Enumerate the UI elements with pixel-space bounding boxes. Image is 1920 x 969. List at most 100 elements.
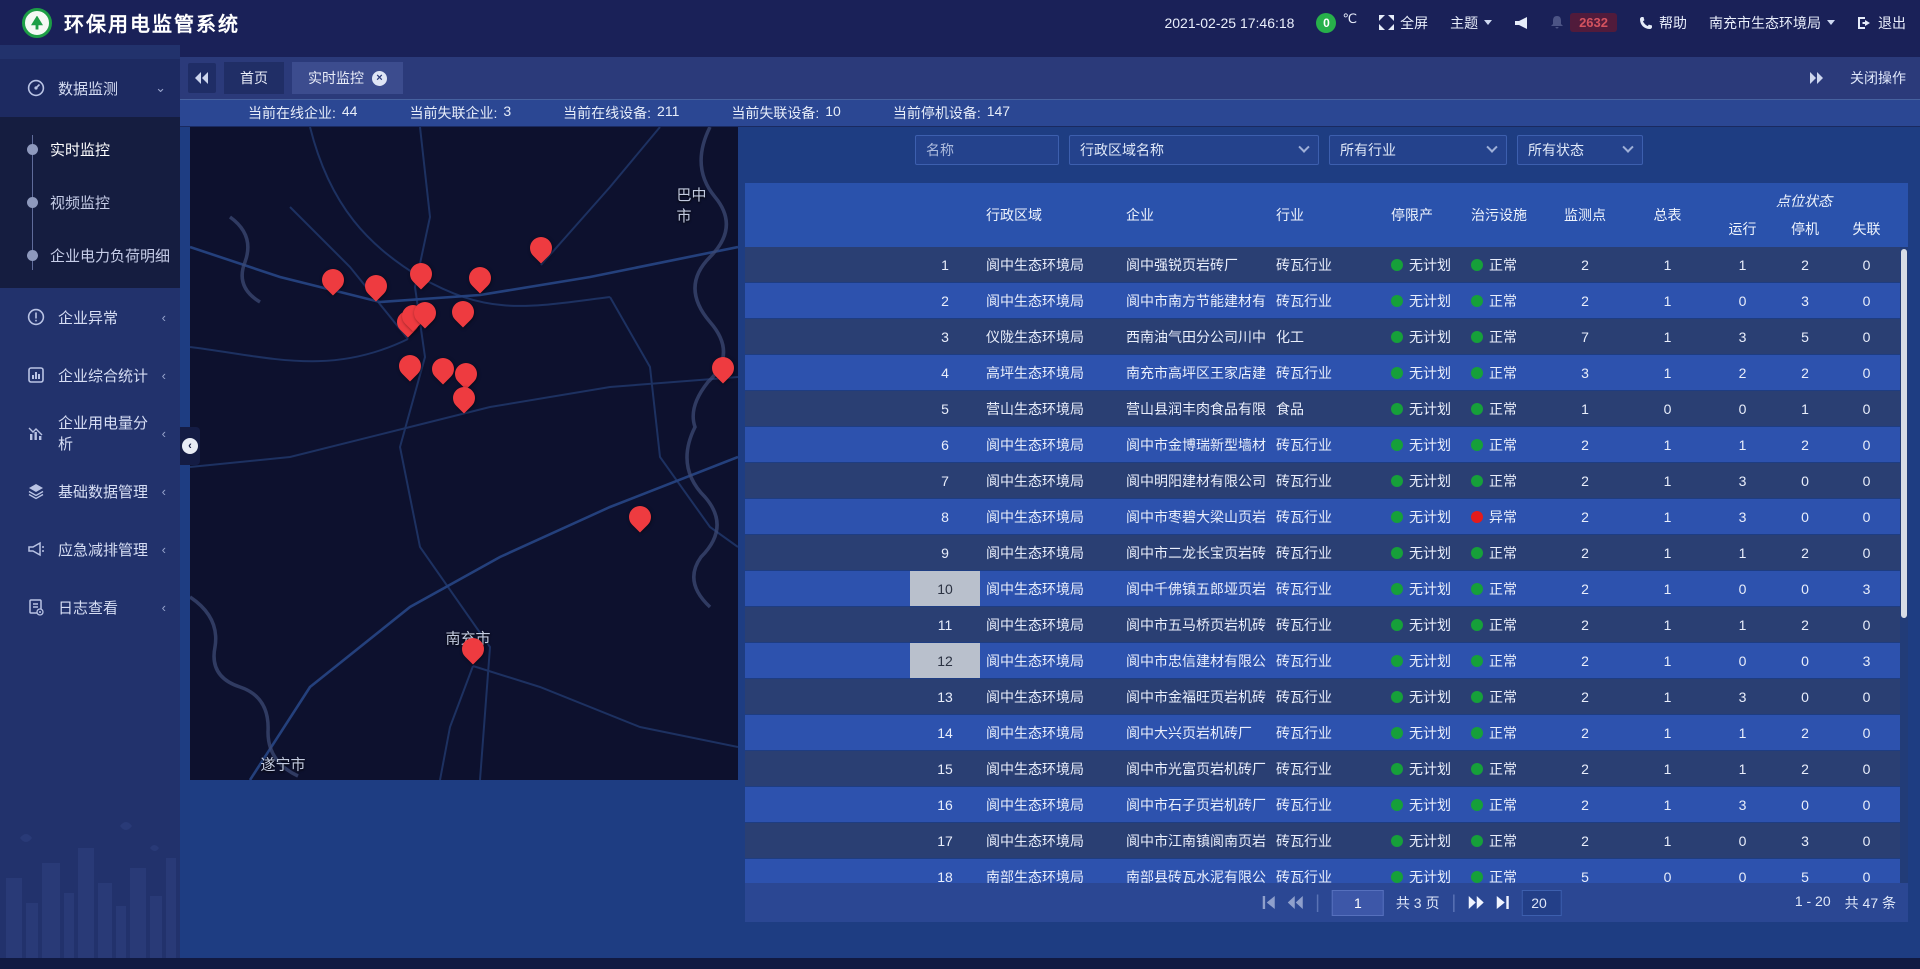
table-row[interactable]: 13阆中生态环境局阆中市金福旺页岩机砖砖瓦行业无计划正常21300	[745, 679, 1908, 715]
status-dot-green	[1471, 475, 1483, 487]
sidebar-item-log-view[interactable]: 日志查看 ‹	[0, 578, 180, 636]
status-filter-select[interactable]: 所有状态	[1517, 135, 1643, 165]
sidebar-item-data-monitor[interactable]: 数据监测 ⌄	[0, 59, 180, 117]
table-row[interactable]: 3仪陇生态环境局西南油气田分公司川中化工无计划正常71350	[745, 319, 1908, 355]
notification-area[interactable]: 2632	[1550, 13, 1617, 32]
map-panel[interactable]: 巴中市南充市遂宁市	[190, 127, 738, 780]
cell-region: 阆中生态环境局	[980, 579, 1120, 599]
cell-stop-status: 无计划	[1385, 399, 1465, 419]
close-operations-menu[interactable]: 关闭操作	[1850, 68, 1906, 88]
cell-facility-status: 正常	[1465, 579, 1545, 599]
logout-button[interactable]: 退出	[1857, 13, 1906, 33]
row-index: 3	[910, 329, 980, 345]
tabs-scroll-right-button[interactable]	[1810, 72, 1824, 84]
bullet-dot-icon	[27, 250, 38, 261]
vertical-scrollbar[interactable]	[1900, 247, 1908, 883]
next-page-button[interactable]	[1468, 896, 1484, 909]
cell-stop-status: 无计划	[1385, 867, 1465, 884]
table-row[interactable]: 14阆中生态环境局阆中大兴页岩机砖厂砖瓦行业无计划正常21120	[745, 715, 1908, 751]
table-row[interactable]: 5营山生态环境局营山县润丰肉食品有限食品无计划正常10010	[745, 391, 1908, 427]
chevron-left-icon: ‹	[182, 438, 198, 454]
cell-run-count: 3	[1710, 797, 1775, 813]
table-row[interactable]: 1阆中生态环境局阆中强锐页岩砖厂砖瓦行业无计划正常21120	[745, 247, 1908, 283]
table-row[interactable]: 12阆中生态环境局阆中市忠信建材有限公砖瓦行业无计划正常21003	[745, 643, 1908, 679]
sidebar-item-company-abnormal[interactable]: 企业异常 ‹	[0, 288, 180, 346]
cell-lost-count: 0	[1835, 257, 1898, 273]
cell-industry: 化工	[1270, 327, 1385, 347]
row-index: 14	[910, 725, 980, 741]
table-row[interactable]: 11阆中生态环境局阆中市五马桥页岩机砖砖瓦行业无计划正常21120	[745, 607, 1908, 643]
cell-lost-count: 0	[1835, 797, 1898, 813]
tab-home[interactable]: 首页	[224, 62, 284, 94]
bullet-dot-icon	[27, 144, 38, 155]
org-selector[interactable]: 南充市生态环境局	[1709, 13, 1835, 33]
page-number-input[interactable]	[1332, 890, 1384, 916]
tab-realtime-monitor[interactable]: 实时监控 ×	[292, 62, 403, 94]
help-button[interactable]: 帮助	[1639, 13, 1687, 33]
tabs-scroll-left-button[interactable]	[188, 63, 216, 93]
alert-circle-icon	[26, 308, 46, 326]
cell-facility-status: 正常	[1465, 543, 1545, 563]
fullscreen-button[interactable]: 全屏	[1379, 13, 1428, 33]
status-dot-red	[1471, 511, 1483, 523]
name-filter-input[interactable]	[915, 135, 1059, 165]
cell-company: 阆中市枣碧大梁山页岩	[1120, 507, 1270, 527]
sidebar-item-power-analysis[interactable]: 企业用电量分析 ‹	[0, 404, 180, 462]
cell-halt-count: 2	[1775, 437, 1835, 453]
cell-meter-count: 1	[1625, 329, 1710, 345]
table-row[interactable]: 16阆中生态环境局阆中市石子页岩机砖厂砖瓦行业无计划正常21300	[745, 787, 1908, 823]
theme-menu[interactable]: 主题	[1450, 13, 1492, 33]
status-dot-green	[1471, 367, 1483, 379]
chevron-left-icon: ‹	[162, 484, 166, 499]
sidebar-item-power-load-detail[interactable]: 企业电力负荷明细	[0, 229, 180, 282]
cell-lost-count: 0	[1835, 761, 1898, 777]
table-row[interactable]: 4高坪生态环境局南充市高坪区王家店建砖瓦行业无计划正常31220	[745, 355, 1908, 391]
cell-meter-count: 1	[1625, 761, 1710, 777]
sidebar-item-emergency-reduction[interactable]: 应急减排管理 ‹	[0, 520, 180, 578]
status-dot-green	[1391, 295, 1403, 307]
bullet-dot-icon	[27, 197, 38, 208]
cell-company: 西南油气田分公司川中	[1120, 327, 1270, 347]
sidebar-item-realtime-monitor[interactable]: 实时监控	[0, 123, 180, 176]
cell-run-count: 0	[1710, 581, 1775, 597]
cell-run-count: 3	[1710, 689, 1775, 705]
sidebar-item-video-monitor[interactable]: 视频监控	[0, 176, 180, 229]
first-page-icon	[1261, 896, 1275, 909]
gauge-icon	[26, 79, 46, 97]
table-row[interactable]: 10阆中生态环境局阆中千佛镇五郎垭页岩砖瓦行业无计划正常21003	[745, 571, 1908, 607]
row-index: 9	[910, 545, 980, 561]
table-row[interactable]: 18南部生态环境局南部县砖瓦水泥有限公砖瓦行业无计划正常50050	[745, 859, 1908, 883]
page-size-select[interactable]: 20	[1522, 890, 1562, 916]
cell-industry: 砖瓦行业	[1270, 471, 1385, 491]
table-row[interactable]: 8阆中生态环境局阆中市枣碧大梁山页岩砖瓦行业无计划异常21300	[745, 499, 1908, 535]
col-header-industry: 行业	[1270, 205, 1385, 225]
industry-filter-select[interactable]: 所有行业	[1329, 135, 1507, 165]
close-icon[interactable]: ×	[372, 71, 387, 86]
row-index: 2	[910, 293, 980, 309]
sidebar-item-company-statistics[interactable]: 企业综合统计 ‹	[0, 346, 180, 404]
table-row[interactable]: 7阆中生态环境局阆中明阳建材有限公司砖瓦行业无计划正常21300	[745, 463, 1908, 499]
table-row[interactable]: 6阆中生态环境局阆中市金博瑞新型墙材砖瓦行业无计划正常21120	[745, 427, 1908, 463]
table-row[interactable]: 15阆中生态环境局阆中市光富页岩机砖厂砖瓦行业无计划正常21120	[745, 751, 1908, 787]
cell-stop-status: 无计划	[1385, 363, 1465, 383]
cell-meter-count: 1	[1625, 653, 1710, 669]
bar-chart-icon	[26, 424, 46, 442]
cell-region: 阆中生态环境局	[980, 615, 1120, 635]
sidebar-collapse-button[interactable]: ‹	[180, 427, 200, 465]
cell-region: 阆中生态环境局	[980, 471, 1120, 491]
temperature-widget: 0 ℃	[1316, 13, 1357, 33]
region-filter-select[interactable]: 行政区域名称	[1069, 135, 1319, 165]
table-row[interactable]: 2阆中生态环境局阆中市南方节能建材有砖瓦行业无计划正常21030	[745, 283, 1908, 319]
chevron-left-icon: ‹	[162, 600, 166, 615]
sound-mute-button[interactable]	[1514, 16, 1528, 30]
cell-industry: 砖瓦行业	[1270, 543, 1385, 563]
cell-company: 阆中强锐页岩砖厂	[1120, 255, 1270, 275]
last-page-button[interactable]	[1496, 896, 1510, 909]
table-row[interactable]: 17阆中生态环境局阆中市江南镇阆南页岩砖瓦行业无计划正常21030	[745, 823, 1908, 859]
first-page-button[interactable]	[1261, 896, 1275, 909]
cell-region: 营山生态环境局	[980, 399, 1120, 419]
scrollbar-thumb[interactable]	[1901, 249, 1907, 618]
sidebar-item-base-data[interactable]: 基础数据管理 ‹	[0, 462, 180, 520]
prev-page-button[interactable]	[1287, 896, 1303, 909]
table-row[interactable]: 9阆中生态环境局阆中市二龙长宝页岩砖砖瓦行业无计划正常21120	[745, 535, 1908, 571]
